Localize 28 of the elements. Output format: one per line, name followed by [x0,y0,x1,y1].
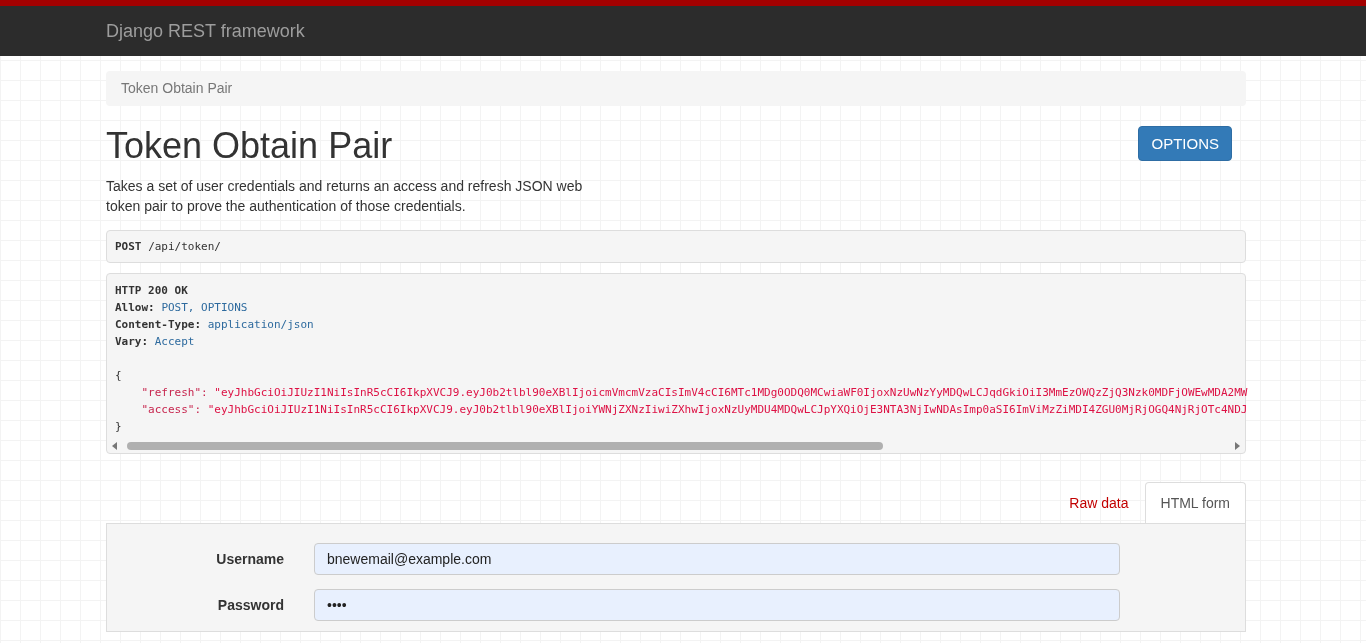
request-path: /api/token/ [148,240,221,253]
field-label: Username [215,551,285,567]
status-line: HTTP 200 OK [115,284,188,297]
field-label: Password [216,597,285,613]
json-string: "eyJhbGciOiJIUzI1NiIsInR5cCI6IkpXVCJ9.eyJ0b2tlbl90eXBlIjoiYWNjZXNzIiwiZXhwIjoxNzUyMDU4MDQwLCJpYXQiOjE3NTA3NjIwNDAsImp0aSI6ImViMzZiMDI4ZGU0MjRjOGQ4NjRjOTc4NDJ [207,403,1248,416]
input-field[interactable]: •••• [314,589,1120,621]
header-value: Accept [154,335,195,348]
scroll-left-icon[interactable] [111,442,119,450]
brace-text: } [115,420,122,433]
brace-text: { [115,369,122,382]
options-button[interactable]: OPTIONS [1138,126,1232,161]
json-key: "access": [141,403,202,416]
breadcrumb-item[interactable]: Token Obtain Pair [121,81,233,96]
request-method: POST [115,240,142,253]
header-value: POST, OPTIONS [161,301,248,314]
scroll-right-icon[interactable] [1233,442,1241,450]
header-name: Content-Type: [115,318,202,331]
input-field[interactable]: bnewemail@example.com [314,543,1120,575]
header-name: Allow: [115,301,155,314]
page-title: Token Obtain Pair [106,126,393,166]
json-string: "eyJhbGciOiJIUzI1NiIsInR5cCI6IkpXVCJ9.eyJ0b2tlbl90eXBlIjoicmVmcmVzaCIsImV4cCI6MTc1MDg0ODQ0MCwiaWF0IjoxNzUwNzYyMDQwLCJqdGkiOiI3MmEzOWQzZjQ3Nzk0MDFjOWEwMDA2MW [214,386,1248,399]
brand-link[interactable]: Django REST framework [106,20,305,42]
header-value: application/json [207,318,314,331]
header-name: Vary: [115,335,149,348]
tab[interactable]: Raw data [1053,482,1145,523]
description-text: Takes a set of user credentials and returns an access and refresh JSON web token pair to prove the authentication of those credentials. [106,177,584,216]
tab[interactable]: HTML form [1144,482,1246,523]
json-key: "refresh": [141,386,208,399]
